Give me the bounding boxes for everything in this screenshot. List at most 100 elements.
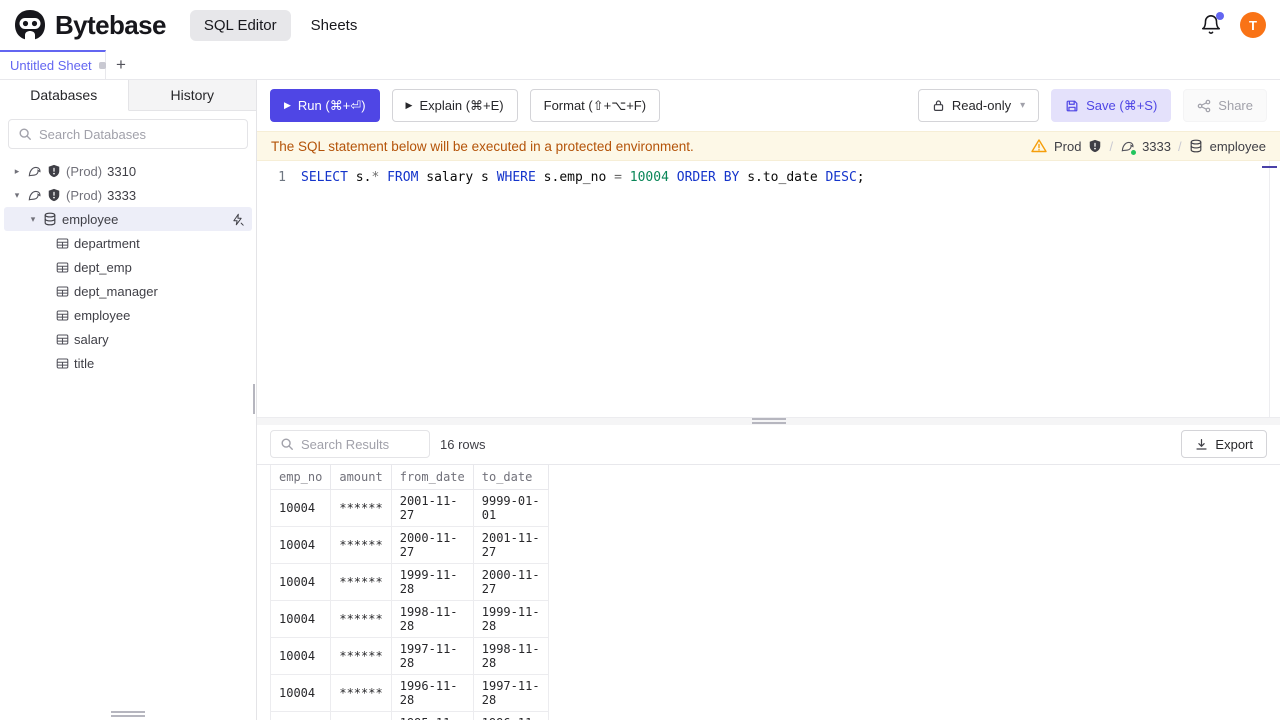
nav-sql-editor[interactable]: SQL Editor (189, 9, 291, 41)
cell: 1996-11-28 (473, 711, 549, 720)
explain-label: Explain (⌘+E) (419, 97, 504, 113)
sidebar-bottom-resize-handle[interactable] (111, 710, 145, 718)
cell: ****** (330, 600, 392, 638)
format-button[interactable]: Format (⇧+⌥+F) (529, 89, 661, 122)
cell: 1996-11-28 (391, 674, 474, 712)
explain-button[interactable]: ▶ Explain (⌘+E) (391, 89, 518, 122)
cell: ****** (330, 711, 392, 720)
editor-toolbar: ▶ Run (⌘+⏎) ▶ Explain (⌘+E) Format (⇧+⌥+… (257, 80, 1280, 131)
cell: 1998-11-28 (473, 637, 549, 675)
warning-icon (1031, 139, 1047, 153)
lock-icon (933, 100, 943, 111)
cell: 1999-11-28 (391, 563, 474, 601)
editor-pane: ▶ Run (⌘+⏎) ▶ Explain (⌘+E) Format (⇧+⌥+… (257, 80, 1280, 720)
mode-label: Read-only (951, 98, 1012, 113)
cell: ****** (330, 674, 392, 712)
search-icon (19, 128, 31, 140)
table-icon (56, 334, 69, 344)
tab-history[interactable]: History (129, 80, 257, 110)
export-button[interactable]: Export (1181, 430, 1267, 458)
tree-table-dept-manager[interactable]: dept_manager (0, 279, 256, 303)
table-name: employee (74, 307, 131, 323)
column-header-to-date[interactable]: to_date (473, 464, 549, 490)
sql-statement: SELECT s.* FROM salary s WHERE s.emp_no … (301, 170, 865, 185)
chevron-down-icon: ▾ (1020, 100, 1026, 111)
breadcrumb-separator: / (1109, 138, 1114, 154)
add-sheet-button[interactable]: + (106, 50, 136, 79)
table-name: dept_emp (74, 259, 132, 275)
column-header-from-date[interactable]: from_date (391, 464, 474, 490)
user-avatar[interactable]: T (1240, 12, 1266, 38)
mysql-icon (1120, 139, 1137, 155)
sheet-tab-untitled[interactable]: Untitled Sheet (0, 50, 106, 79)
run-button[interactable]: ▶ Run (⌘+⏎) (270, 89, 380, 122)
results-table: emp_no amount from_date to_date 10004 **… (269, 464, 549, 720)
table-icon (56, 238, 69, 248)
play-icon: ▶ (405, 100, 413, 110)
top-navigation: SQL Editor Sheets (189, 9, 372, 41)
cell: 1997-11-28 (391, 637, 474, 675)
tree-connection-3310[interactable]: ▸ (Prod) 3310 (0, 159, 256, 183)
cell: 10004 (269, 600, 332, 638)
status-ok-dot (1131, 149, 1137, 155)
table-row[interactable]: 10004 ****** 2000-11-27 2001-11-27 (269, 526, 549, 564)
tree-table-title[interactable]: title (0, 351, 256, 375)
save-label: Save (⌘+S) (1086, 97, 1158, 113)
environment-label: (Prod) (66, 187, 103, 203)
database-icon (44, 212, 56, 226)
tree-database-employee[interactable]: ▾ employee (4, 207, 252, 231)
row-count: 16 rows (440, 436, 486, 452)
column-header-emp-no[interactable]: emp_no (269, 464, 332, 490)
connection-breadcrumb: Prod / 3333 / employee (1031, 138, 1266, 155)
database-name: employee (1209, 138, 1266, 154)
column-header-amount[interactable]: amount (330, 464, 392, 490)
share-button[interactable]: Share (1183, 89, 1267, 122)
results-table-area: emp_no amount from_date to_date 10004 **… (257, 463, 1280, 720)
sql-editor[interactable]: 1 SELECT s.* FROM salary s WHERE s.emp_n… (257, 161, 1280, 417)
readonly-mode-dropdown[interactable]: Read-only ▾ (917, 89, 1040, 122)
tree-connection-3333[interactable]: ▾ (Prod) 3333 (0, 183, 256, 207)
caret-right-icon[interactable]: ▸ (12, 166, 22, 177)
table-row[interactable]: 10004 ****** 1998-11-28 1999-11-28 (269, 600, 549, 638)
save-button[interactable]: Save (⌘+S) (1051, 89, 1172, 122)
bytebase-logo[interactable]: Bytebase (14, 9, 166, 41)
sheet-tab-bar: Untitled Sheet + (0, 50, 1280, 80)
nav-sheets[interactable]: Sheets (297, 10, 372, 41)
table-row[interactable]: 10004 ****** 1995-11-29 1996-11-28 (269, 711, 549, 720)
cell: 1998-11-28 (391, 600, 474, 638)
environment-label: (Prod) (66, 163, 103, 179)
connect-bolt-icon[interactable] (231, 213, 244, 226)
cell: 1997-11-28 (473, 674, 549, 712)
export-label: Export (1215, 436, 1253, 452)
tree-table-dept-emp[interactable]: dept_emp (0, 255, 256, 279)
notification-bell-icon[interactable] (1200, 12, 1224, 36)
table-row[interactable]: 10004 ****** 1996-11-28 1997-11-28 (269, 674, 549, 712)
caret-down-icon[interactable]: ▾ (28, 214, 38, 225)
tree-table-department[interactable]: department (0, 231, 256, 255)
share-label: Share (1218, 98, 1253, 113)
editor-scrollbar[interactable] (1269, 161, 1270, 417)
caret-down-icon[interactable]: ▾ (12, 190, 22, 201)
sidebar-tabs: Databases History (0, 80, 256, 111)
tab-databases[interactable]: Databases (0, 80, 129, 111)
cell: ****** (330, 489, 392, 527)
download-icon (1196, 438, 1207, 450)
top-bar: Bytebase SQL Editor Sheets T (0, 0, 1280, 50)
cell: 2001-11-27 (473, 526, 549, 564)
connection-name: 3333 (107, 187, 137, 203)
tree-table-employee[interactable]: employee (0, 303, 256, 327)
table-row[interactable]: 10004 ****** 1997-11-28 1998-11-28 (269, 637, 549, 675)
table-row[interactable]: 10004 ****** 1999-11-28 2000-11-27 (269, 563, 549, 601)
cursor-position-marker (1262, 166, 1277, 168)
cell: 1995-11-29 (391, 711, 474, 720)
breadcrumb-separator: / (1178, 138, 1182, 154)
mysql-icon (28, 166, 41, 177)
results-resize-divider[interactable] (257, 416, 1280, 425)
share-icon (1197, 99, 1211, 112)
search-databases-input[interactable] (39, 126, 238, 142)
tree-table-salary[interactable]: salary (0, 327, 256, 351)
table-row[interactable]: 10004 ****** 2001-11-27 9999-01-01 (269, 489, 549, 527)
run-label: Run (⌘+⏎) (297, 97, 366, 113)
table-icon (56, 286, 69, 296)
unsaved-indicator (98, 62, 106, 69)
